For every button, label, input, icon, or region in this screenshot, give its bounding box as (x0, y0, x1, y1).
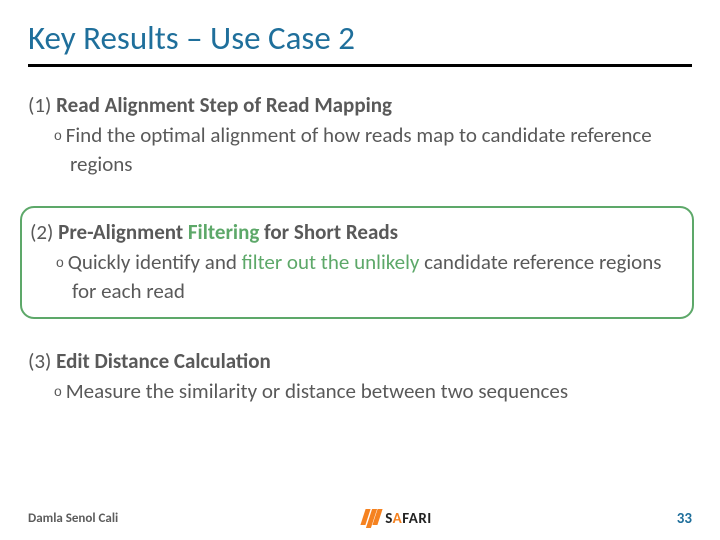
slide-title: Key Results – Use Case 2 (28, 18, 692, 58)
item-2-title-green: Filtering (188, 219, 259, 245)
item-1-text: Find the optimal alignment of how reads … (66, 122, 652, 176)
item-3-heading: (3) Edit Distance Calculation (28, 347, 692, 375)
item-1-title: Read Alignment Step of Read Mapping (56, 92, 392, 118)
item-2-text-a: Quickly identify and (68, 249, 242, 275)
item-2-sub: o Quickly identify and filter out the un… (30, 248, 680, 305)
footer-logo: SAFARI (363, 509, 432, 528)
content-area: (1) Read Alignment Step of Read Mapping … (28, 91, 692, 406)
logo-text: SAFARI (385, 510, 432, 528)
title-underline (28, 64, 692, 67)
footer-author: Damla Senol Cali (28, 511, 118, 526)
item-2-title-post: for Short Reads (259, 219, 398, 245)
item-1-heading: (1) Read Alignment Step of Read Mapping (28, 91, 692, 119)
item-2-highlight-box: (2) Pre-Alignment Filtering for Short Re… (20, 206, 694, 319)
footer: Damla Senol Cali SAFARI 33 (28, 509, 692, 528)
slide: Key Results – Use Case 2 (1) Read Alignm… (0, 0, 720, 540)
item-3-text: Measure the similarity or distance betwe… (66, 378, 568, 404)
item-2-text-green: filter out the unlikely (242, 249, 420, 275)
bullet-icon: o (56, 254, 68, 270)
page-number: 33 (677, 510, 692, 528)
item-3-sub: o Measure the similarity or distance bet… (28, 377, 692, 405)
item-3-title: Edit Distance Calculation (56, 348, 271, 374)
item-3: (3) Edit Distance Calculation o Measure … (28, 347, 692, 406)
bullet-icon: o (54, 127, 66, 143)
item-1: (1) Read Alignment Step of Read Mapping … (28, 91, 692, 178)
safari-icon (363, 509, 380, 528)
bullet-icon: o (54, 383, 66, 399)
item-2-title-pre: Pre-Alignment (58, 219, 188, 245)
item-3-number: (3) (28, 348, 56, 374)
item-2-number: (2) (30, 219, 58, 245)
item-1-number: (1) (28, 92, 56, 118)
item-2-heading: (2) Pre-Alignment Filtering for Short Re… (30, 218, 680, 246)
item-1-sub: o Find the optimal alignment of how read… (28, 121, 692, 178)
